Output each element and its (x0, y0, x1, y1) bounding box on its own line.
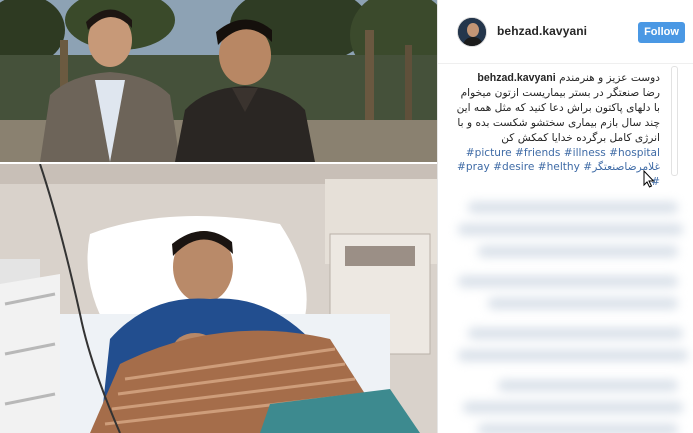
username-link[interactable]: behzad.kavyani (497, 24, 587, 38)
hashtag-link[interactable]: #desire (493, 161, 534, 173)
post-photo[interactable] (0, 0, 437, 433)
post-header: behzad.kavyani Follow (438, 0, 693, 64)
hashtag-link[interactable]: #helthy (538, 161, 580, 173)
post-caption: behzad.kavyani دوست عزیز و هنرمندم رضا ص… (455, 71, 660, 190)
caption-scrollbar[interactable] (671, 66, 678, 176)
mouse-pointer-icon (643, 170, 655, 188)
hashtag-link[interactable]: #friends (515, 147, 560, 159)
hashtag-link[interactable]: #hospital (609, 147, 660, 159)
photo-top-two-men (0, 0, 437, 162)
post-side-panel: behzad.kavyani Follow behzad.kavyani دوس… (437, 0, 693, 433)
hashtag-link[interactable]: #picture (466, 147, 512, 159)
hashtag-link[interactable]: #pray (457, 161, 490, 173)
hashtag-link[interactable]: #illness (564, 147, 606, 159)
caption-username-link[interactable]: behzad.kavyani (477, 72, 555, 84)
comments-list-blurred (438, 178, 693, 433)
avatar[interactable] (457, 17, 487, 47)
follow-button[interactable]: Follow (638, 22, 685, 43)
photo-bottom-hospital-bed (0, 164, 437, 433)
